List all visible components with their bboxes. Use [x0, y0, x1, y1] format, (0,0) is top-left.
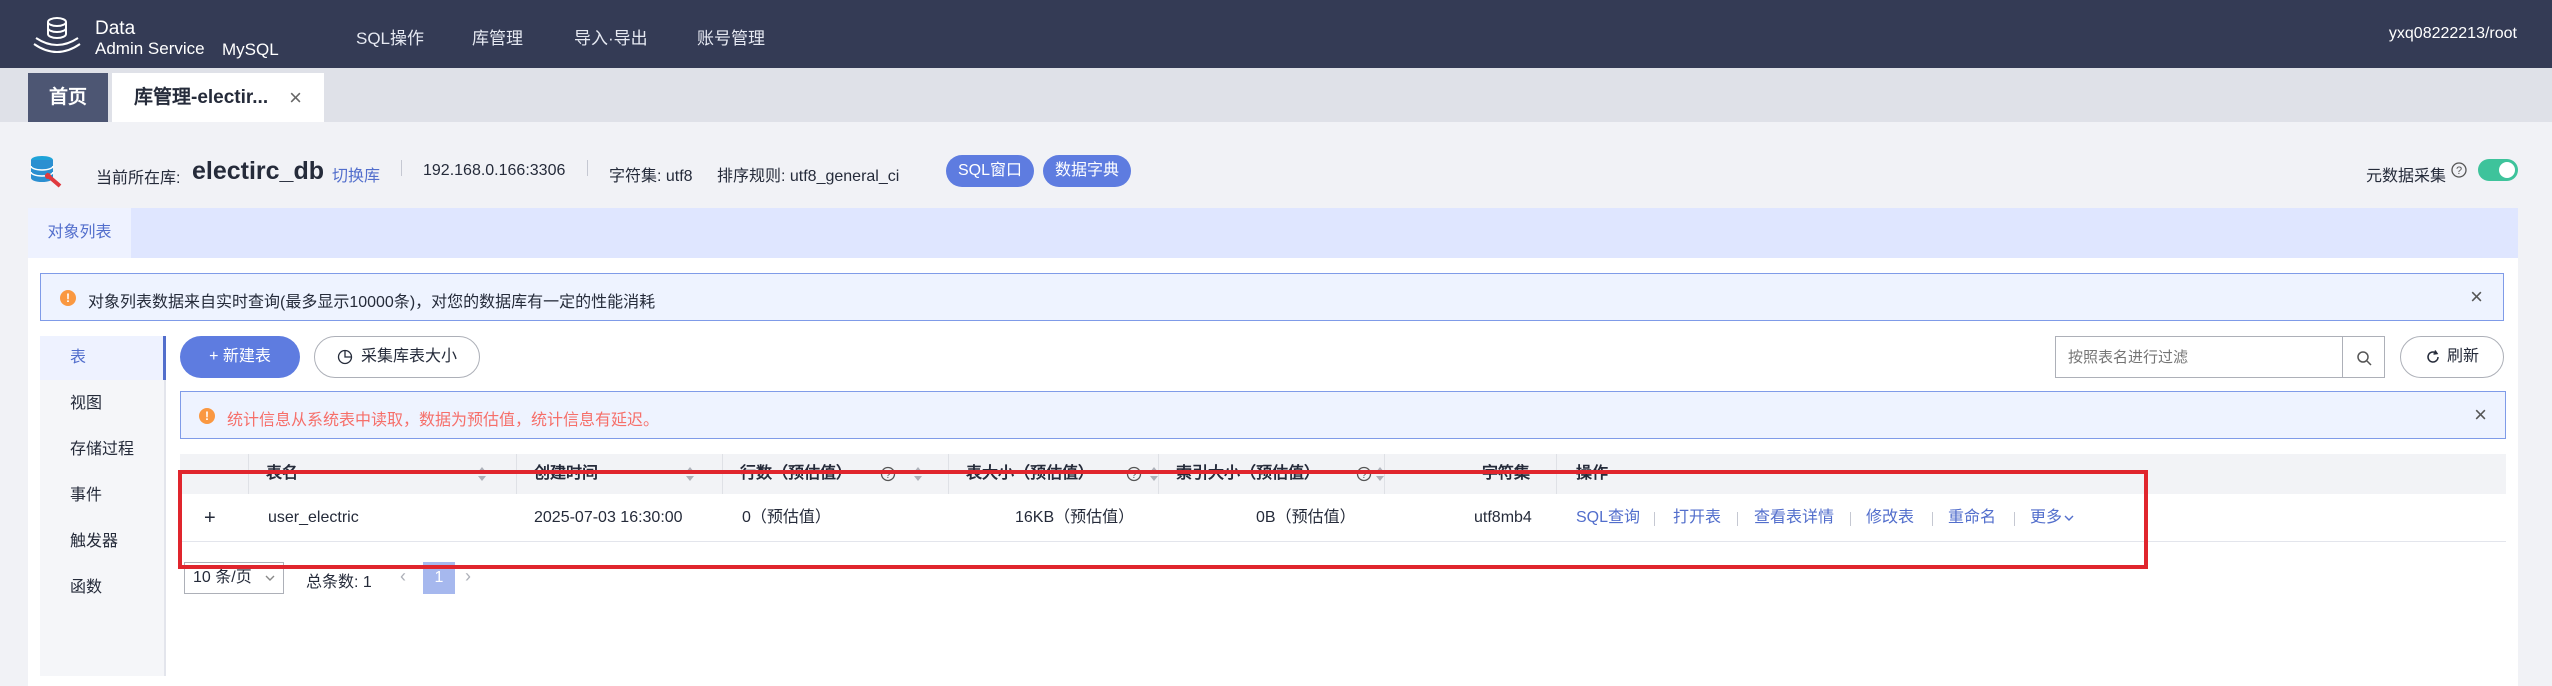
tab-db-manage[interactable]: 库管理-electir... ×: [112, 73, 324, 122]
sql-window-button[interactable]: SQL窗口: [946, 155, 1035, 187]
refresh-icon: [2427, 349, 2439, 363]
data-dictionary-button[interactable]: 数据字典: [1043, 155, 1132, 187]
object-list-panel: 对象列表 ! 对象列表数据来自实时查询(最多显示10000条)，对您的数据库有一…: [28, 208, 2518, 686]
user-menu[interactable]: yxq08222213/root: [2389, 25, 2517, 43]
menu-item-events[interactable]: 事件: [40, 474, 166, 518]
object-type-menu: 表 视图 存储过程 事件 触发器 函数: [40, 336, 166, 676]
help-icon[interactable]: ?: [2451, 162, 2467, 178]
stat-info-alert: ! 统计信息从系统表中读取，数据为预估值，统计信息有延迟。 ×: [180, 391, 2506, 439]
page-size-value: 10 条/页: [193, 569, 252, 586]
brand-title: Data: [95, 18, 136, 39]
tab-db-manage-label: 库管理-electir...: [134, 87, 269, 108]
refresh-label: 刷新: [2446, 348, 2479, 365]
divider: [587, 160, 588, 176]
tab-home[interactable]: 首页: [28, 73, 108, 122]
refresh-button[interactable]: 刷新: [2400, 336, 2504, 378]
svg-text:?: ?: [2456, 165, 2462, 177]
stat-info-text: 统计信息从系统表中读取，数据为预估值，统计信息有延迟。: [227, 412, 660, 429]
menu-item-views[interactable]: 视图: [40, 382, 166, 426]
chevron-down-icon: [265, 575, 275, 581]
nav-import-export[interactable]: 导入·导出: [574, 24, 648, 49]
menu-item-functions[interactable]: 函数: [40, 566, 166, 610]
info-alert-text: 对象列表数据来自实时查询(最多显示10000条)，对您的数据库有一定的性能消耗: [88, 294, 656, 311]
warning-icon: !: [60, 290, 76, 306]
highlight-box: [178, 470, 2148, 569]
info-alert: ! 对象列表数据来自实时查询(最多显示10000条)，对您的数据库有一定的性能消…: [40, 273, 2504, 321]
menu-item-procedures[interactable]: 存储过程: [40, 428, 166, 472]
divider: [401, 160, 402, 176]
prev-page-icon[interactable]: ‹: [400, 566, 406, 587]
current-db-name: electirc_db: [192, 157, 325, 185]
nav-db-manage[interactable]: 库管理: [472, 24, 523, 49]
nav-account-manage[interactable]: 账号管理: [697, 24, 765, 49]
next-page-icon[interactable]: ›: [465, 566, 471, 587]
top-navbar: Data Admin Service MySQL SQL操作 库管理 导入·导出…: [0, 0, 2552, 68]
close-alert-icon[interactable]: ×: [2470, 284, 2483, 310]
nav-sql-ops[interactable]: SQL操作: [356, 24, 424, 49]
meta-collect-toggle[interactable]: [2478, 159, 2518, 181]
db-charset: 字符集: utf8: [609, 168, 693, 185]
database-icon: [30, 156, 62, 188]
current-db-label: 当前所在库:: [96, 170, 181, 187]
page-tab-bar: 首页 库管理-electir... ×: [0, 68, 2552, 122]
warning-icon: !: [199, 408, 215, 424]
switch-db-link[interactable]: 切换库: [332, 162, 380, 186]
pie-chart-icon: [337, 349, 353, 364]
menu-item-triggers[interactable]: 触发器: [40, 520, 166, 564]
table-filter-input[interactable]: [2055, 336, 2343, 378]
new-table-button[interactable]: + 新建表: [180, 336, 300, 378]
close-stat-alert-icon[interactable]: ×: [2474, 402, 2487, 428]
search-button[interactable]: [2343, 336, 2385, 378]
collect-size-button[interactable]: 采集库表大小: [314, 336, 480, 378]
data-admin-logo-icon[interactable]: [30, 14, 84, 58]
collect-size-label: 采集库表大小: [360, 348, 457, 365]
brand-subtitle: Admin Service: [95, 39, 205, 58]
db-collation: 排序规则: utf8_general_ci: [717, 168, 900, 185]
meta-collect-label: 元数据采集: [2366, 168, 2447, 185]
search-icon: [2357, 351, 2372, 366]
tab-object-list[interactable]: 对象列表: [28, 208, 131, 258]
total-count: 总条数: 1: [306, 574, 372, 591]
engine-label: MySQL: [222, 40, 279, 59]
tab-close-icon[interactable]: ×: [289, 73, 302, 122]
menu-item-tables[interactable]: 表: [40, 336, 166, 380]
db-host: 192.168.0.166:3306: [423, 162, 566, 179]
sub-tab-bar: 对象列表: [28, 208, 2518, 258]
